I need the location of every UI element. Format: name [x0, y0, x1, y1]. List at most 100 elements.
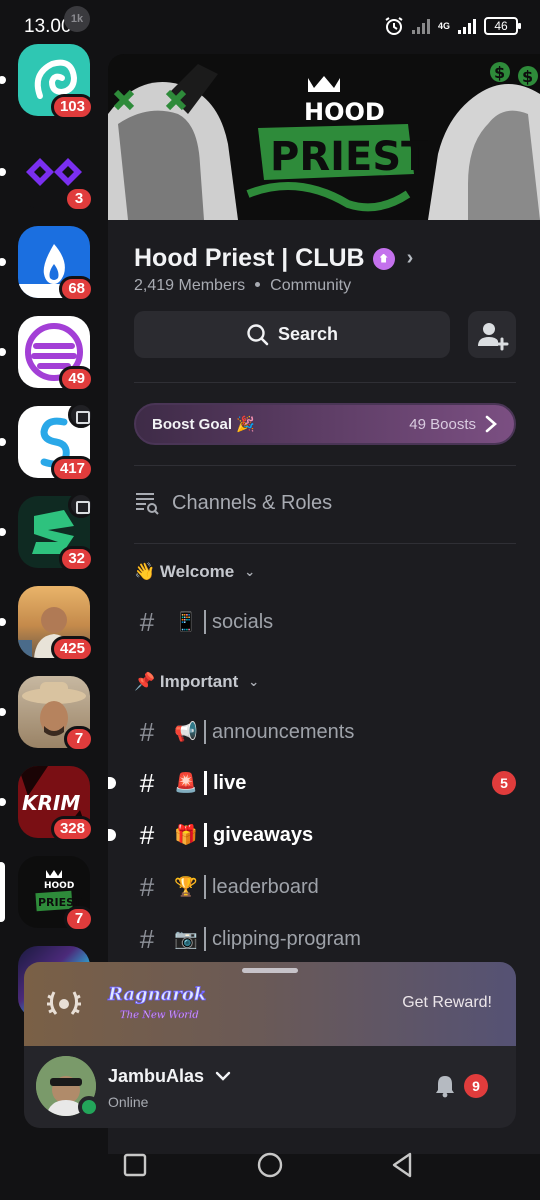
event-calendar-icon: [68, 492, 94, 518]
channel-name: giveaways: [213, 823, 314, 846]
battery-icon: 46: [484, 17, 521, 35]
bell-icon[interactable]: [434, 1074, 456, 1098]
chevron-down-icon: [215, 1071, 231, 1081]
server-icon-hood-priest[interactable]: HOOD PRIEST 7: [18, 856, 94, 932]
svg-text:KRIM: KRIM: [22, 791, 80, 815]
boost-goal-bar[interactable]: Boost Goal 🎉 49 Boosts: [134, 403, 516, 445]
channel-emoji: 📢: [174, 722, 198, 743]
server-icon-2[interactable]: 3: [18, 136, 94, 212]
unread-badge: 328: [50, 816, 94, 842]
user-panel: JambuAlas Online 9: [24, 1046, 516, 1128]
channel-name: clipping-program: [212, 927, 361, 950]
unread-badge: 3: [64, 186, 94, 212]
banner-art: $ $ HOOD PRIEST: [108, 54, 540, 220]
search-label: Search: [277, 324, 339, 344]
invite-button[interactable]: [468, 311, 516, 358]
unread-pip: [108, 777, 116, 789]
server-icon-4[interactable]: 49: [18, 316, 94, 392]
server-name-row[interactable]: Hood Priest | CLUB ›: [134, 244, 413, 273]
separator-dot: [255, 282, 261, 287]
unread-pip: [0, 168, 6, 176]
back-button[interactable]: [388, 1150, 418, 1180]
server-icon-9[interactable]: KRIM 328: [18, 766, 94, 842]
unread-pip: [0, 618, 6, 626]
server-rail: 103 3 68 49 417 32 425 7 KRIM 328 HOOD P…: [0, 44, 108, 1094]
server-icon-5[interactable]: 417: [18, 402, 94, 482]
reward-banner[interactable]: Ragnarok The New World Get Reward!: [24, 962, 516, 1046]
unread-pip: [0, 76, 6, 84]
unread-badge: 425: [50, 636, 94, 662]
server-icon-7[interactable]: 425: [18, 586, 94, 662]
channel-separator: [204, 720, 206, 744]
member-count: 2,419 Members: [134, 277, 246, 294]
drag-handle[interactable]: [242, 968, 298, 973]
system-nav-bar: [0, 1130, 540, 1200]
add-user-icon: [478, 323, 509, 351]
text-channel-icon: #: [139, 871, 155, 902]
channels-roles-item[interactable]: Channels & Roles: [134, 490, 332, 516]
channel-separator: [204, 927, 206, 951]
search-button[interactable]: Search: [134, 311, 450, 358]
category-label: 👋 Welcome: [134, 562, 235, 581]
channels-roles-label: Channels & Roles: [172, 491, 333, 514]
channel-emoji: 📷: [174, 929, 198, 950]
username: JambuAlas: [108, 1066, 205, 1086]
unread-pip: [108, 829, 116, 841]
category-important[interactable]: 📌 Important ⌄: [134, 672, 259, 692]
divider: [134, 543, 516, 544]
username-row[interactable]: JambuAlas: [108, 1066, 231, 1087]
text-channel-icon: #: [139, 716, 155, 747]
event-calendar-icon: [68, 402, 94, 428]
channel-clipping-program[interactable]: # 📷 clipping-program: [134, 919, 516, 959]
svg-text:HOOD: HOOD: [44, 881, 74, 891]
server-meta: 2,419 Members Community: [134, 277, 351, 295]
selected-indicator: [0, 862, 5, 922]
server-type: Community: [270, 277, 352, 294]
unread-badge: 7: [64, 726, 94, 752]
server-icon-1[interactable]: 103: [18, 44, 94, 120]
server-icon-6[interactable]: 32: [18, 492, 94, 572]
ragnarok-logo-subtitle: The New World: [120, 1010, 199, 1021]
boost-count: 49 Boosts: [409, 415, 476, 433]
boost-goal-label: Boost Goal 🎉: [152, 416, 255, 433]
get-reward-link[interactable]: Get Reward!: [402, 994, 492, 1012]
banner-title-bottom: PRIEST: [270, 134, 429, 180]
search-icon: [247, 323, 269, 345]
channel-name: live: [213, 771, 247, 794]
channel-live[interactable]: # 🚨 live 5: [108, 763, 516, 803]
channel-emoji: 🚨: [174, 773, 198, 794]
channel-announcements[interactable]: # 📢 announcements: [134, 712, 516, 752]
channel-leaderboard[interactable]: # 🏆 leaderboard: [134, 867, 516, 907]
server-banner[interactable]: $ $ HOOD PRIEST: [108, 54, 540, 220]
unread-badge: 7: [64, 906, 94, 932]
unread-pip: [0, 528, 6, 536]
banner-title-top: HOOD: [304, 98, 385, 126]
server-icon-3[interactable]: 68: [18, 226, 94, 302]
chevron-right-icon: ›: [406, 247, 414, 269]
server-icon-8[interactable]: 7: [18, 676, 94, 752]
unread-pip: [0, 258, 6, 266]
network-type: 4G: [437, 20, 450, 31]
status-bar: 13.00 1k 4G 46: [0, 0, 540, 48]
text-channel-icon: #: [139, 819, 155, 850]
channel-separator: [204, 771, 207, 795]
channel-emoji: 🎁: [174, 825, 198, 846]
signal-1-icon: [411, 18, 430, 34]
channel-socials[interactable]: # 📱 socials: [134, 602, 516, 642]
channel-name: announcements: [212, 720, 355, 743]
unread-badge: 417: [50, 456, 94, 482]
chevron-down-icon: ⌄: [248, 674, 260, 689]
unread-badge: 103: [50, 94, 94, 120]
notification-badge: 9: [464, 1074, 488, 1098]
channel-name: socials: [212, 610, 274, 633]
channel-giveaways[interactable]: # 🎁 giveaways: [108, 815, 516, 855]
channel-separator: [204, 610, 206, 634]
recents-button[interactable]: [120, 1150, 150, 1180]
category-welcome[interactable]: 👋 Welcome ⌄: [134, 562, 255, 582]
channel-emoji: 🏆: [174, 877, 198, 898]
home-button[interactable]: [255, 1150, 285, 1180]
unread-badge: 32: [59, 546, 94, 572]
laurel-wreath-icon: [47, 991, 81, 1015]
alarm-icon: [385, 17, 403, 35]
svg-text:$: $: [494, 63, 505, 82]
